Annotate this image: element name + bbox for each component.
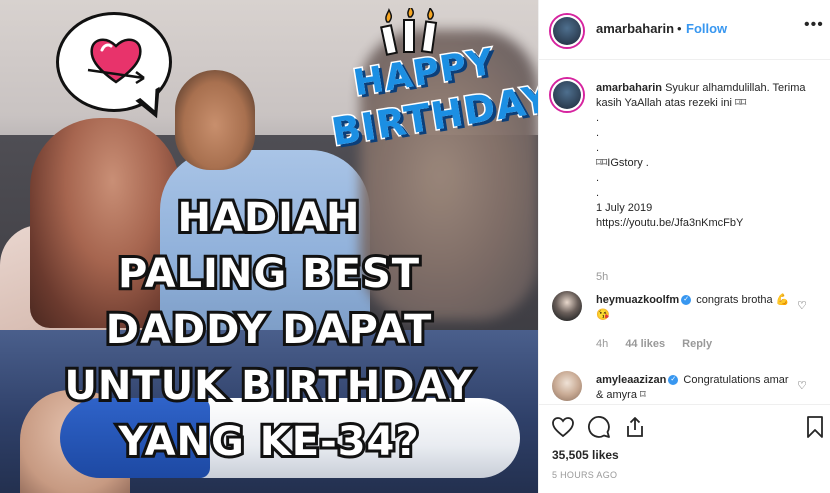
- comment-username[interactable]: amyleaazizan: [596, 374, 666, 386]
- image-man: [175, 70, 255, 170]
- heart-arrow-icon: [87, 38, 145, 85]
- avatar[interactable]: [553, 17, 581, 45]
- share-icon[interactable]: [623, 415, 647, 439]
- comment-avatar[interactable]: [552, 371, 582, 401]
- username-link[interactable]: amarbaharin: [596, 21, 674, 36]
- comment-likes[interactable]: 44 likes: [625, 338, 665, 350]
- caption-body: Syukur alhamdulillah. Terima kasih YaAll…: [596, 82, 806, 229]
- comment-bubble-icon[interactable]: [587, 415, 611, 439]
- post-timestamp[interactable]: 5 HOURS AGO: [552, 470, 617, 480]
- comments-list[interactable]: amarbaharin Syukur alhamdulillah. Terima…: [539, 61, 830, 404]
- more-options-icon[interactable]: •••: [804, 16, 824, 34]
- comment-meta: 4h 44 likes Reply: [596, 338, 726, 350]
- caption-username[interactable]: amarbaharin: [596, 82, 662, 94]
- separator-dot: •: [677, 21, 682, 36]
- comment-avatar[interactable]: [552, 291, 582, 321]
- caption: amarbaharin Syukur alhamdulillah. Terima…: [596, 81, 821, 231]
- follow-button[interactable]: Follow: [686, 21, 727, 36]
- birthday-candles-icon: [380, 8, 438, 56]
- verified-badge-icon: ✓: [668, 375, 679, 386]
- post-image[interactable]: HAPPY BIRTHDAY HADIAH PALING BEST DADDY …: [0, 0, 538, 493]
- image-caption-line-4: UNTUK BIRTHDAY: [61, 360, 475, 412]
- image-caption-line-5: YANG KE-34?: [115, 416, 421, 468]
- post-actions: 35,505 likes 5 HOURS AGO: [539, 404, 830, 493]
- reply-button[interactable]: Reply: [682, 338, 712, 350]
- caption-age[interactable]: 5h: [596, 271, 608, 283]
- image-caption-line-1: HADIAH: [175, 192, 363, 244]
- post-side-panel: amarbaharin • Follow ••• amarbaharin Syu…: [538, 0, 830, 493]
- caption-avatar[interactable]: [553, 81, 581, 109]
- comment-age[interactable]: 4h: [596, 338, 608, 350]
- comment-username[interactable]: heymuazkoolfm: [596, 294, 679, 306]
- like-heart-icon[interactable]: [551, 415, 575, 439]
- like-count[interactable]: 35,505 likes: [552, 448, 619, 462]
- post-header: amarbaharin • Follow •••: [539, 0, 830, 60]
- instagram-post: HAPPY BIRTHDAY HADIAH PALING BEST DADDY …: [0, 0, 830, 493]
- comment-like-heart-icon[interactable]: ♡: [797, 379, 807, 392]
- comment-text: amyleaazizan ✓ Congratulations amar & amy…: [596, 373, 796, 403]
- verified-badge-icon: ✓: [681, 295, 692, 306]
- comment-text: heymuazkoolfm ✓ congrats brotha 💪😘: [596, 293, 796, 323]
- comment-like-heart-icon[interactable]: ♡: [797, 299, 807, 312]
- image-caption-line-2: PALING BEST: [115, 248, 422, 300]
- image-caption-overlay: HADIAH PALING BEST DADDY DAPAT UNTUK BIR…: [0, 190, 538, 470]
- image-caption-line-3: DADDY DAPAT: [103, 304, 435, 356]
- save-bookmark-icon[interactable]: [803, 415, 827, 439]
